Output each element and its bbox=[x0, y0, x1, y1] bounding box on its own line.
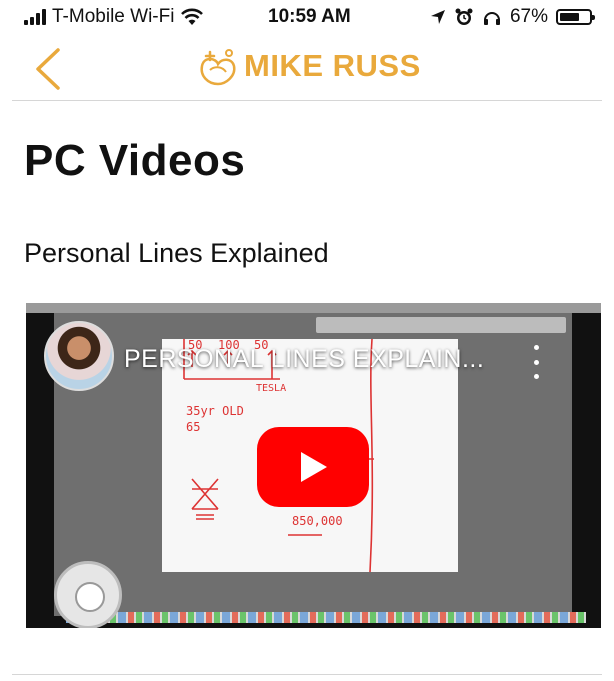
video-thumbnail-toolbar bbox=[316, 317, 566, 333]
video-section-title: Personal Lines Explained bbox=[24, 238, 329, 268]
header-divider bbox=[12, 100, 602, 101]
alarm-clock-icon bbox=[455, 8, 473, 25]
video-thumbnail-dock bbox=[66, 612, 586, 623]
more-options-icon[interactable] bbox=[526, 345, 546, 379]
location-arrow-icon bbox=[430, 10, 445, 24]
battery-icon bbox=[556, 9, 595, 25]
whiteboard-note: 850,000 bbox=[292, 514, 343, 528]
carrier-label: T-Mobile Wi-Fi bbox=[52, 6, 175, 27]
play-button[interactable] bbox=[257, 427, 369, 507]
footer-divider bbox=[12, 674, 602, 675]
whiteboard-note: TESLA bbox=[256, 383, 286, 394]
brand-name: MIKE RUSS bbox=[244, 48, 421, 83]
battery-percent: 67% bbox=[509, 6, 548, 27]
video-title[interactable]: PERSONAL LINES EXPLAIN... bbox=[124, 345, 484, 374]
status-left: T-Mobile Wi-Fi bbox=[24, 6, 204, 28]
headphones-icon bbox=[483, 12, 500, 25]
cellular-signal-icon bbox=[24, 9, 46, 25]
chevron-left-icon[interactable] bbox=[30, 46, 66, 92]
status-right: 67% bbox=[430, 6, 595, 28]
status-time: 10:59 AM bbox=[268, 6, 351, 27]
pegasus-logo-icon bbox=[200, 49, 236, 86]
nav-header: MIKE RUSS bbox=[0, 36, 614, 100]
video-player[interactable]: 50 100 50 TESLA 35yr OLD 65 850,000 PERS… bbox=[26, 303, 601, 628]
channel-avatar[interactable] bbox=[44, 321, 114, 391]
brand-logo: MIKE RUSS bbox=[196, 44, 421, 88]
play-icon bbox=[301, 452, 327, 482]
status-bar: T-Mobile Wi-Fi 10:59 AM 67% bbox=[0, 0, 614, 36]
video-thumbnail-color-wheel bbox=[54, 561, 122, 628]
wifi-icon bbox=[181, 8, 204, 25]
whiteboard-note: 65 bbox=[186, 420, 200, 434]
whiteboard-note: 35yr OLD bbox=[186, 404, 244, 418]
page-title: PC Videos bbox=[24, 136, 246, 185]
video-thumbnail-menubar bbox=[26, 303, 601, 313]
